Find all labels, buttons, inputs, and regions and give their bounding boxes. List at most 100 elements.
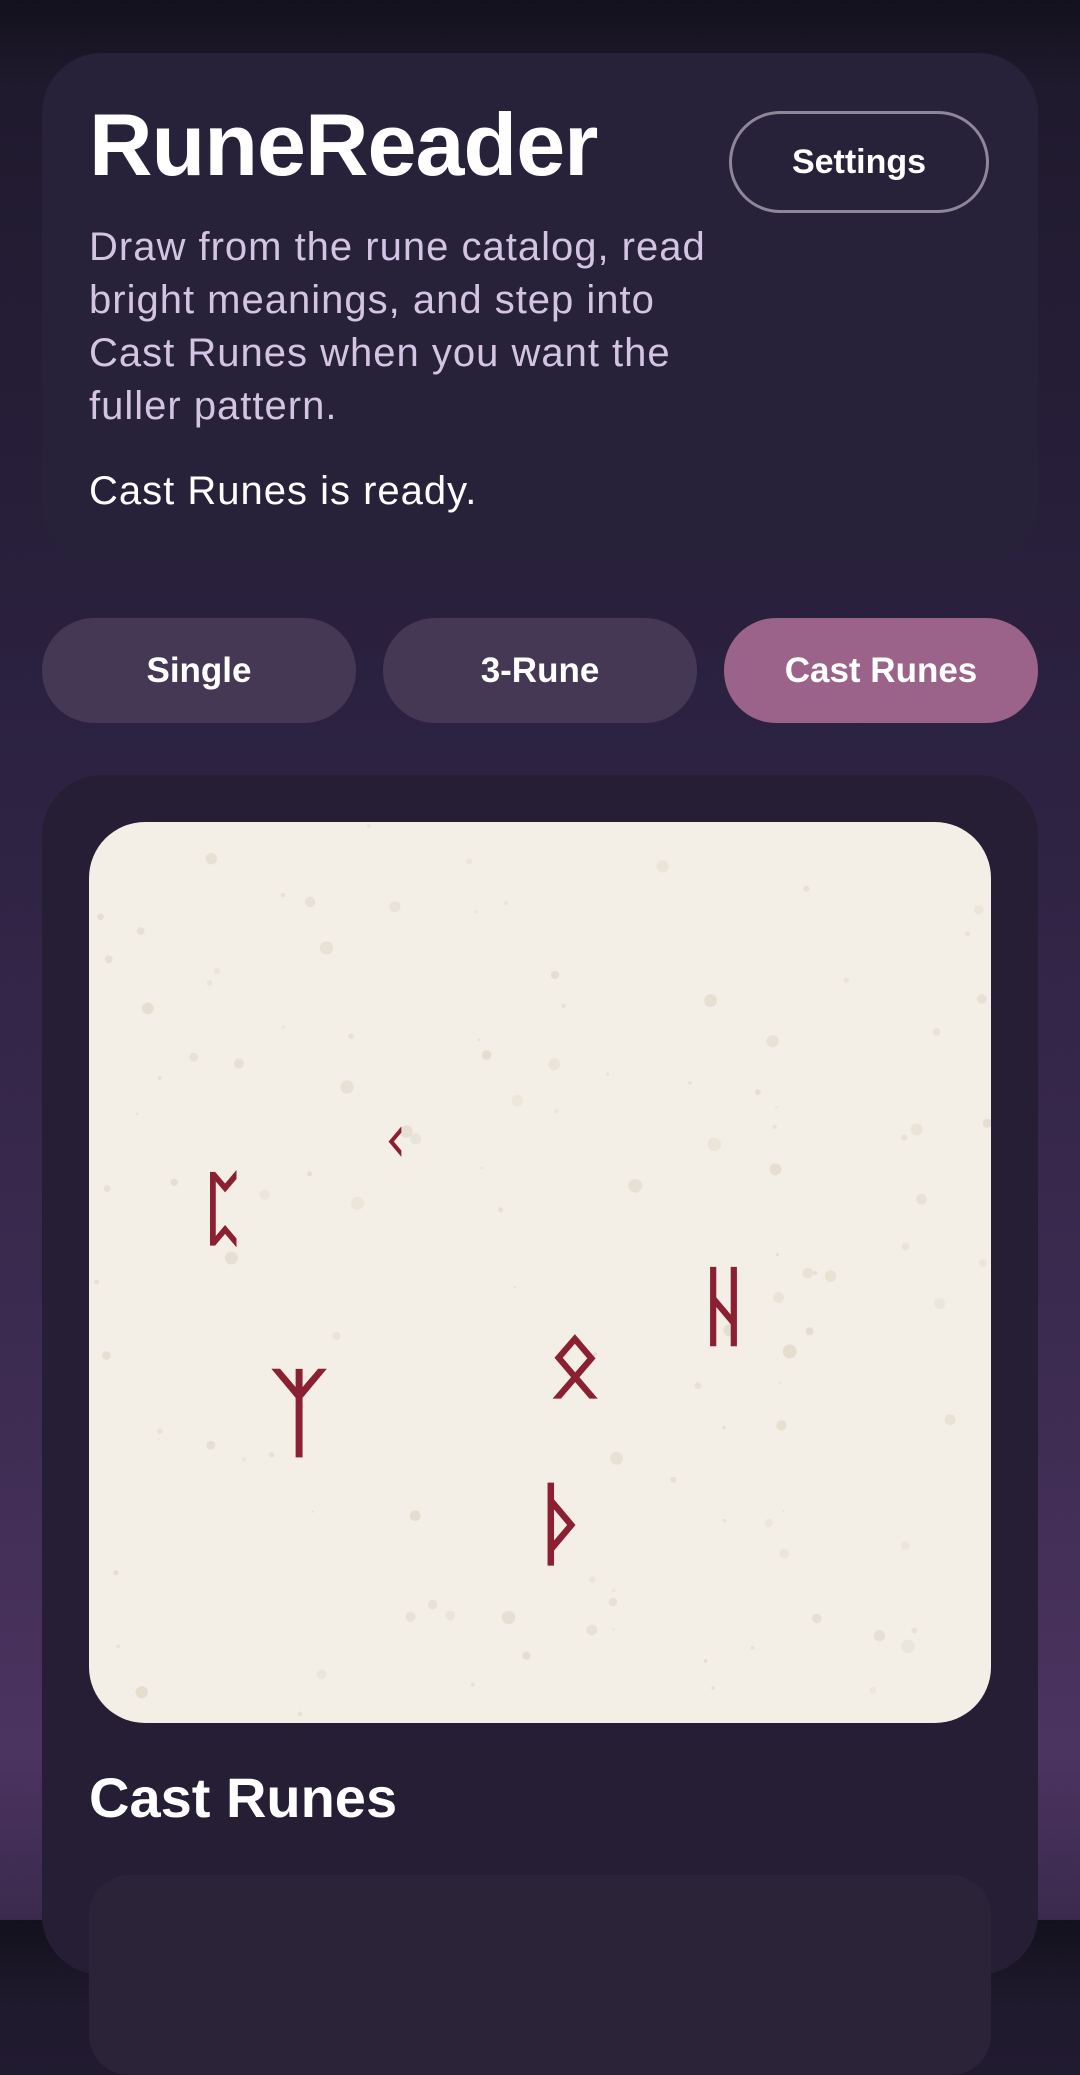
speckle — [750, 1646, 755, 1650]
speckle — [116, 1644, 120, 1649]
speckle — [348, 1033, 354, 1040]
settings-button[interactable]: Settings — [729, 111, 989, 213]
speckle — [978, 1259, 987, 1268]
speckle — [474, 910, 478, 914]
speckle — [775, 1105, 778, 1109]
speckle — [773, 1291, 784, 1303]
speckle — [554, 1108, 559, 1113]
speckle — [141, 1002, 154, 1015]
speckle — [259, 1189, 270, 1200]
speckle — [104, 955, 113, 964]
speckle — [843, 977, 850, 984]
speckle — [281, 1025, 286, 1029]
speckle — [548, 1058, 561, 1071]
speckle — [703, 1659, 708, 1663]
speckle — [97, 913, 104, 921]
speckle — [136, 927, 145, 935]
rune-thurisaz[interactable]: ᚦ — [535, 1472, 589, 1577]
speckle — [911, 1627, 918, 1634]
speckle — [405, 1611, 416, 1622]
speckle — [656, 860, 669, 873]
speckle — [901, 1242, 910, 1251]
speckle — [775, 1253, 780, 1257]
speckle — [351, 1196, 364, 1210]
speckle — [170, 1178, 178, 1186]
header-card: RuneReader Settings Draw from the rune c… — [42, 53, 1038, 565]
speckle — [103, 1185, 111, 1192]
speckle — [688, 1081, 692, 1085]
speckle — [779, 1381, 782, 1385]
speckle — [900, 1541, 910, 1550]
speckle — [772, 1124, 777, 1129]
speckle — [707, 1137, 721, 1152]
speckle — [466, 858, 473, 865]
speckle — [410, 1133, 422, 1145]
speckle — [805, 1327, 814, 1336]
rune-kaunan[interactable]: ᚲ — [378, 1110, 412, 1175]
speckle — [869, 1687, 877, 1694]
cast-panel: ᛈ ᚲ ᛉ ᛟ ᚦ ᚺ Cast Runes — [42, 775, 1038, 2075]
speckle — [779, 1548, 790, 1559]
cast-section-title: Cast Runes — [89, 1766, 398, 1829]
speckle — [241, 1457, 246, 1462]
speckle — [205, 853, 217, 865]
board-speckles — [94, 824, 991, 1717]
speckle — [409, 1510, 421, 1521]
speckle — [550, 970, 560, 980]
speckle — [766, 1035, 779, 1048]
speckle — [589, 1576, 596, 1583]
speckle — [628, 1178, 643, 1193]
tab-single[interactable]: Single — [42, 618, 356, 723]
speckle — [722, 1518, 727, 1523]
speckle — [901, 1134, 908, 1141]
speckle — [711, 1686, 715, 1690]
rune-algiz[interactable]: ᛉ — [270, 1357, 328, 1469]
speckle — [94, 1279, 100, 1285]
speckle — [704, 994, 717, 1008]
tab-cast-runes[interactable]: Cast Runes — [724, 618, 1038, 723]
tab-three-rune[interactable]: 3-Rune — [383, 618, 697, 723]
speckle — [776, 1420, 787, 1431]
speckle — [932, 1028, 941, 1036]
speckle — [934, 1298, 945, 1309]
speckle — [233, 1058, 245, 1069]
speckle — [511, 1094, 524, 1107]
speckle — [497, 1207, 504, 1213]
speckle — [427, 1599, 438, 1610]
speckle — [982, 1118, 991, 1128]
speckle — [389, 901, 401, 913]
speckle — [297, 1711, 303, 1717]
rune-perthro[interactable]: ᛈ — [199, 1162, 247, 1255]
speckle — [332, 1331, 341, 1340]
speckle — [340, 1080, 354, 1094]
speckle — [977, 994, 987, 1004]
speckle — [206, 1440, 216, 1450]
speckle — [280, 892, 285, 898]
rune-hagalaz[interactable]: ᚺ — [698, 1257, 750, 1357]
cast-detail-card — [89, 1875, 991, 2075]
speckle — [470, 1682, 475, 1687]
speckle — [480, 1166, 483, 1169]
speckle — [824, 1270, 837, 1282]
speckle — [754, 1089, 761, 1096]
speckle — [113, 1570, 119, 1576]
speckle — [916, 1193, 927, 1205]
speckle — [135, 1686, 148, 1699]
speckle — [522, 1651, 531, 1660]
speckle — [501, 1610, 516, 1625]
speckle — [813, 1270, 818, 1275]
speckle — [513, 1285, 517, 1289]
rune-othala[interactable]: ᛟ — [549, 1312, 602, 1415]
speckle — [610, 1451, 624, 1465]
speckle — [873, 1630, 886, 1642]
rune-board-canvas: ᛈ ᚲ ᛉ ᛟ ᚦ ᚺ — [94, 824, 991, 1717]
speckle — [101, 1351, 111, 1360]
app-title: RuneReader — [89, 95, 598, 194]
rune-cast-board[interactable]: ᛈ ᚲ ᛉ ᛟ ᚦ ᚺ — [89, 822, 991, 1723]
speckle — [445, 1610, 455, 1621]
speckle — [157, 1076, 162, 1080]
speckle — [964, 931, 970, 937]
speckle — [189, 1052, 199, 1062]
speckle — [803, 885, 810, 892]
speckle — [694, 1382, 702, 1389]
